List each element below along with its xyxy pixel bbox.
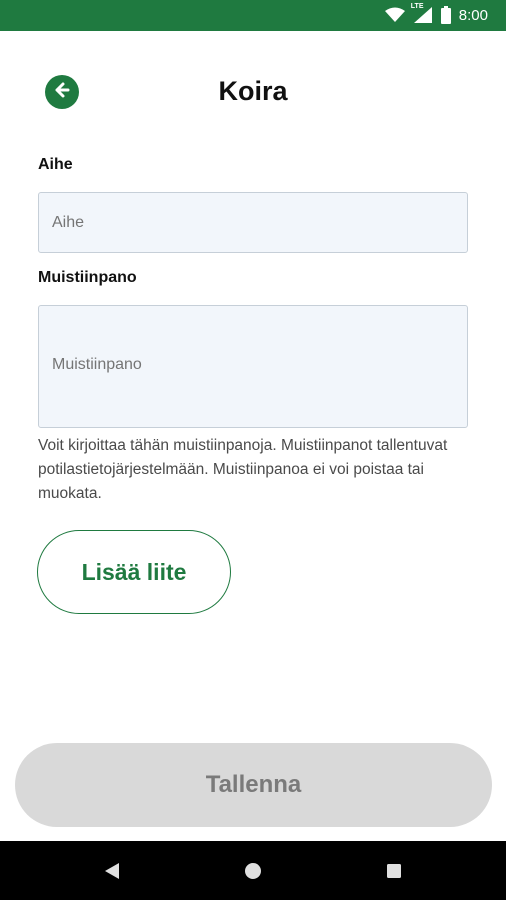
network-type: LTE [410, 3, 424, 10]
status-bar: LTE 8:00 [0, 0, 506, 31]
signal-icon: LTE [411, 3, 433, 23]
subject-label: Aihe [38, 156, 73, 173]
circle-home-icon[interactable] [243, 861, 263, 881]
square-recents-icon[interactable] [384, 861, 404, 881]
save-button[interactable]: Tallenna [15, 743, 492, 827]
status-time: 8:00 [458, 6, 488, 24]
page-title: Koira [218, 76, 288, 106]
note-hint: Voit kirjoittaa tähän muistiinpanoja. Mu… [38, 437, 448, 502]
battery-icon [440, 6, 451, 24]
navigation-bar [0, 841, 506, 900]
page-header: Koira [0, 55, 506, 135]
note-input[interactable] [38, 305, 468, 428]
subject-input[interactable] [38, 192, 468, 253]
add-attachment-button[interactable]: Lisää liite [37, 530, 231, 614]
wifi-icon [384, 7, 405, 23]
save-bar: Tallenna [0, 728, 506, 841]
status-icons: LTE 8:00 [384, 3, 488, 24]
triangle-back-icon[interactable] [103, 861, 123, 881]
note-label: Muistiinpano [38, 269, 137, 286]
